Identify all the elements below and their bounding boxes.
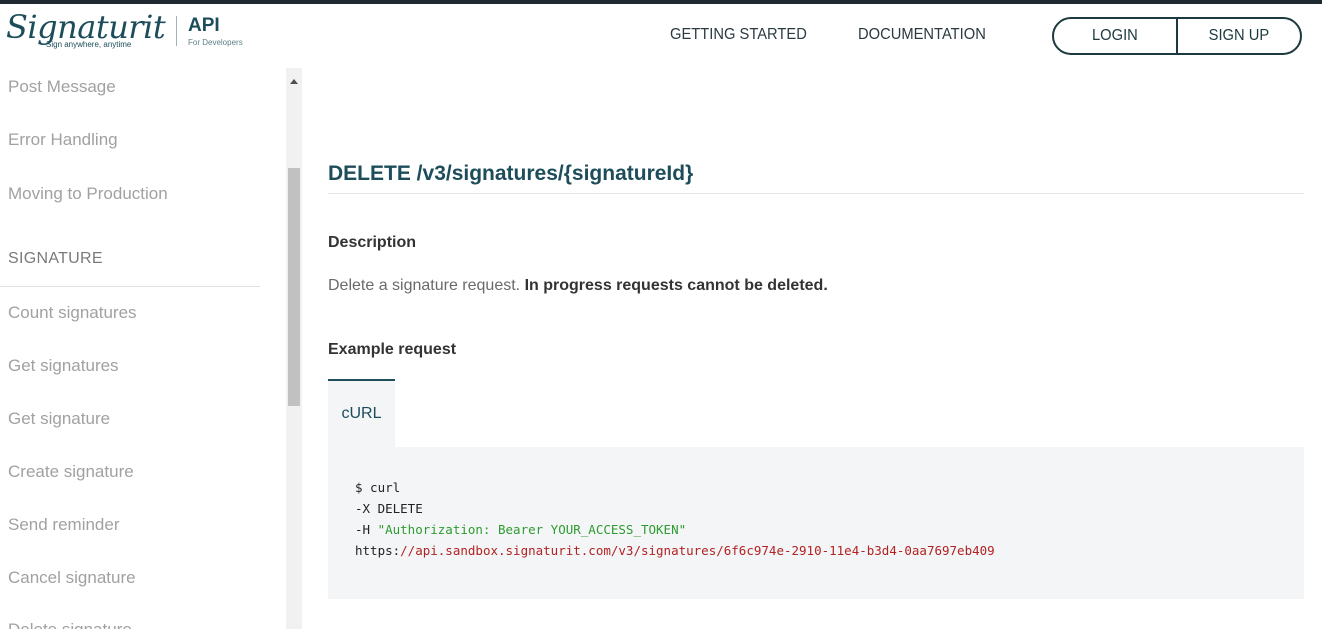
auth-buttons: LOGIN SIGN UP (1052, 17, 1302, 55)
description-heading: Description (328, 234, 417, 251)
title-divider (328, 193, 1304, 194)
description-warning: In progress requests cannot be deleted. (524, 277, 828, 294)
main-content: DELETE /v3/signatures/{signatureId} Desc… (328, 68, 1304, 629)
logo-separator (176, 16, 177, 46)
code-auth-string: "Authorization: Bearer YOUR_ACCESS_TOKEN… (377, 522, 687, 537)
sidebar-item-error-handling[interactable]: Error Handling (8, 130, 118, 150)
sidebar-item-get-signatures[interactable]: Get signatures (8, 356, 119, 376)
scrollbar-thumb[interactable] (288, 168, 300, 406)
sidebar-item-create-signature[interactable]: Create signature (8, 462, 134, 482)
nav-documentation[interactable]: DOCUMENTATION (858, 26, 986, 44)
signup-label: SIGN UP (1208, 27, 1270, 44)
sidebar-scrollbar[interactable] (286, 68, 302, 629)
sidebar-item-count-signatures[interactable]: Count signatures (8, 303, 137, 323)
sidebar-divider (0, 286, 260, 287)
login-label: LOGIN (1092, 27, 1138, 44)
top-bar: Signaturit Sign anywhere, anytime API Fo… (0, 4, 1322, 68)
sidebar-item-send-reminder[interactable]: Send reminder (8, 515, 120, 535)
scroll-up-arrow-icon[interactable] (286, 76, 302, 88)
sidebar-item-post-message[interactable]: Post Message (8, 77, 116, 97)
code-line-3: -H "Authorization: Bearer YOUR_ACCESS_TO… (355, 519, 1304, 540)
sidebar-section-signature: SIGNATURE (8, 250, 103, 267)
endpoint-title: DELETE /v3/signatures/{signatureId} (328, 162, 694, 185)
code-block: $ curl -X DELETE -H "Authorization: Bear… (328, 447, 1304, 599)
description-plain: Delete a signature request. (328, 277, 521, 294)
sidebar: Post Message Error Handling Moving to Pr… (0, 68, 260, 629)
sidebar-item-delete-signature[interactable]: Delete signature (8, 620, 132, 629)
code-line-2: -X DELETE (355, 501, 423, 516)
signup-button[interactable]: SIGN UP (1176, 19, 1300, 53)
logo-tagline: Sign anywhere, anytime (46, 40, 132, 49)
code-url-scheme: https: (355, 543, 401, 558)
code-line-1: $ curl (355, 480, 401, 495)
code-header-flag: -H (355, 522, 378, 537)
logo-for-developers: For Developers (188, 38, 243, 47)
example-request-heading: Example request (328, 341, 457, 358)
nav-getting-started[interactable]: GETTING STARTED (670, 26, 807, 44)
logo-brand: Signaturit (6, 8, 166, 46)
signaturit-logo[interactable]: Signaturit Sign anywhere, anytime API Fo… (6, 10, 276, 52)
sidebar-item-get-signature[interactable]: Get signature (8, 409, 110, 429)
description-text: Delete a signature request. In progress … (328, 277, 828, 295)
login-button[interactable]: LOGIN (1054, 19, 1176, 53)
code-line-4: https://api.sandbox.signaturit.com/v3/si… (355, 540, 1304, 561)
sidebar-item-moving-to-production[interactable]: Moving to Production (8, 184, 168, 204)
sidebar-item-cancel-signature[interactable]: Cancel signature (8, 568, 136, 588)
tab-curl[interactable]: cURL (328, 379, 395, 447)
code-url: //api.sandbox.signaturit.com/v3/signatur… (400, 543, 995, 558)
logo-api: API (188, 15, 220, 36)
